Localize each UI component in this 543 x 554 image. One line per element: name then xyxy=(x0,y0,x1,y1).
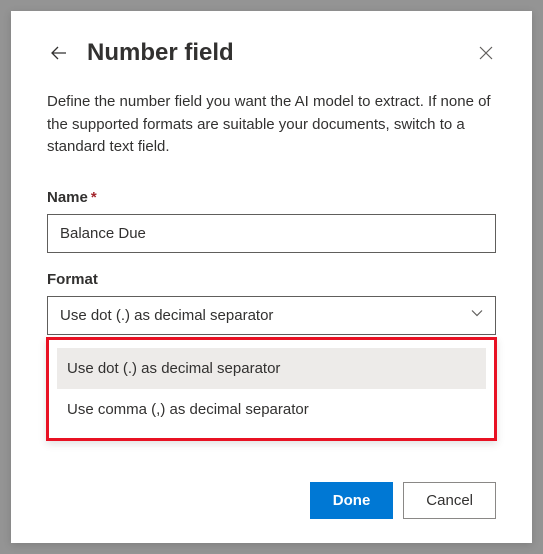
format-label: Format xyxy=(47,271,496,288)
name-label: Name* xyxy=(47,189,496,206)
format-option-dot[interactable]: Use dot (.) as decimal separator xyxy=(57,348,486,389)
format-select[interactable]: Use dot (.) as decimal separator xyxy=(47,296,496,335)
format-option-comma[interactable]: Use comma (,) as decimal separator xyxy=(57,389,486,430)
name-field-group: Name* xyxy=(47,189,496,253)
format-dropdown-panel: Use dot (.) as decimal separator Use com… xyxy=(46,337,497,441)
cancel-button[interactable]: Cancel xyxy=(403,482,496,519)
close-icon[interactable] xyxy=(476,43,496,63)
dialog-header: Number field xyxy=(47,39,496,67)
name-input[interactable] xyxy=(47,214,496,253)
format-select-wrapper: Use dot (.) as decimal separator Use dot… xyxy=(47,296,496,335)
done-button[interactable]: Done xyxy=(310,482,394,519)
required-indicator: * xyxy=(91,189,97,206)
dialog-description: Define the number field you want the AI … xyxy=(47,91,496,159)
dialog-title: Number field xyxy=(87,39,234,67)
format-selected-value: Use dot (.) as decimal separator xyxy=(60,307,273,324)
back-arrow-icon[interactable] xyxy=(47,41,71,65)
dialog-footer: Done Cancel xyxy=(310,482,496,519)
number-field-dialog: Number field Define the number field you… xyxy=(11,11,532,543)
name-label-text: Name xyxy=(47,189,88,206)
format-field-group: Format Use dot (.) as decimal separator … xyxy=(47,271,496,335)
